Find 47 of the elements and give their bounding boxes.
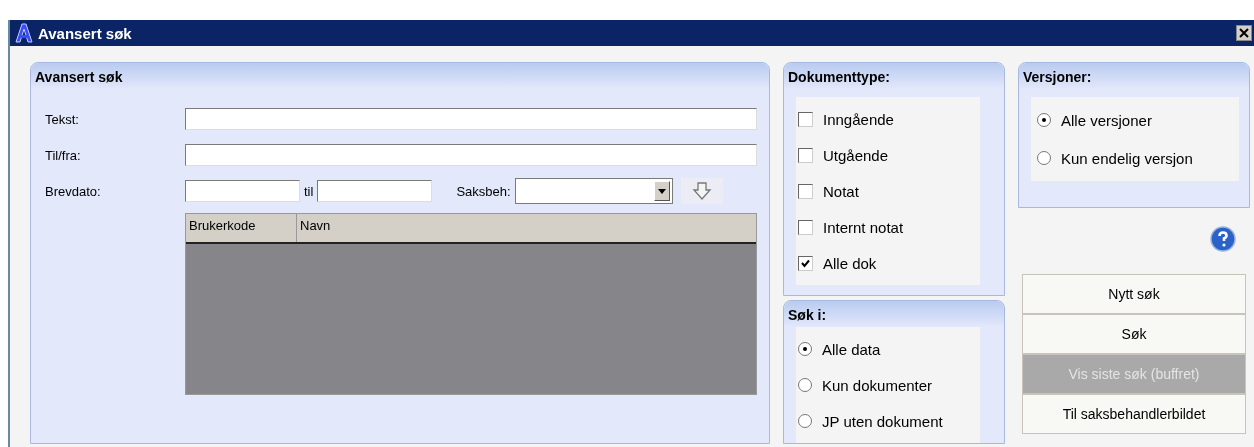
add-button[interactable] — [680, 178, 723, 204]
radio-button[interactable] — [798, 414, 812, 428]
checkbox-label: Inngående — [823, 110, 894, 128]
radio-label: Alle data — [822, 340, 881, 358]
text-field[interactable] — [185, 144, 757, 166]
panel-title: Dokumenttype: — [784, 63, 1004, 89]
action-button[interactable]: Nytt søk — [1022, 274, 1246, 314]
dropdown-field[interactable] — [514, 178, 673, 204]
checkbox-label: Notat — [823, 182, 859, 200]
column-header[interactable]: Brukerkode — [186, 214, 297, 242]
checkbox[interactable] — [798, 255, 813, 271]
caret-icon — [657, 188, 666, 194]
help-icon[interactable] — [1210, 226, 1236, 252]
radio-button[interactable] — [1037, 151, 1051, 165]
field-label: Saksbeh: — [456, 183, 511, 199]
action-button[interactable]: Søk — [1022, 314, 1246, 354]
date-field[interactable] — [317, 180, 433, 202]
checkbox-label: Internt notat — [823, 218, 904, 236]
radio-label: Alle versjoner — [1061, 111, 1152, 129]
text-field[interactable] — [185, 108, 757, 130]
panel-title: Versjoner: — [1019, 63, 1249, 89]
window-title: Avansert søk — [38, 24, 133, 42]
checkbox-label: Utgående — [823, 146, 889, 164]
action-button[interactable]: Til saksbehandlerbildet — [1022, 394, 1246, 434]
down-arrow-icon — [691, 181, 712, 201]
panel-title: Søk i: — [784, 301, 1004, 327]
field-label: Tekst: — [45, 111, 80, 127]
checkbox[interactable] — [798, 111, 813, 127]
radio-button[interactable] — [1037, 113, 1051, 127]
dropdown-button[interactable] — [653, 181, 670, 201]
checkbox[interactable] — [798, 147, 813, 163]
radio-label: Kun dokumenter — [822, 376, 933, 394]
radio-label: JP uten dokument — [822, 412, 943, 430]
radio-label: Kun endelig versjon — [1061, 149, 1193, 167]
field-label: Til/fra: — [45, 147, 82, 163]
checkbox[interactable] — [798, 183, 813, 199]
field-label: Brevdato: — [45, 183, 102, 199]
radio-button[interactable] — [798, 378, 812, 392]
panel-title: Avansert søk — [31, 63, 769, 89]
checkbox-label: Alle dok — [823, 254, 877, 272]
radio-button[interactable] — [798, 342, 812, 356]
close-button[interactable] — [1236, 25, 1252, 41]
checkbox[interactable] — [798, 219, 813, 235]
date-field[interactable] — [185, 180, 300, 202]
field-label: til — [304, 183, 314, 199]
letter-a-logo-icon — [14, 23, 34, 43]
column-header[interactable]: Navn — [297, 214, 756, 242]
